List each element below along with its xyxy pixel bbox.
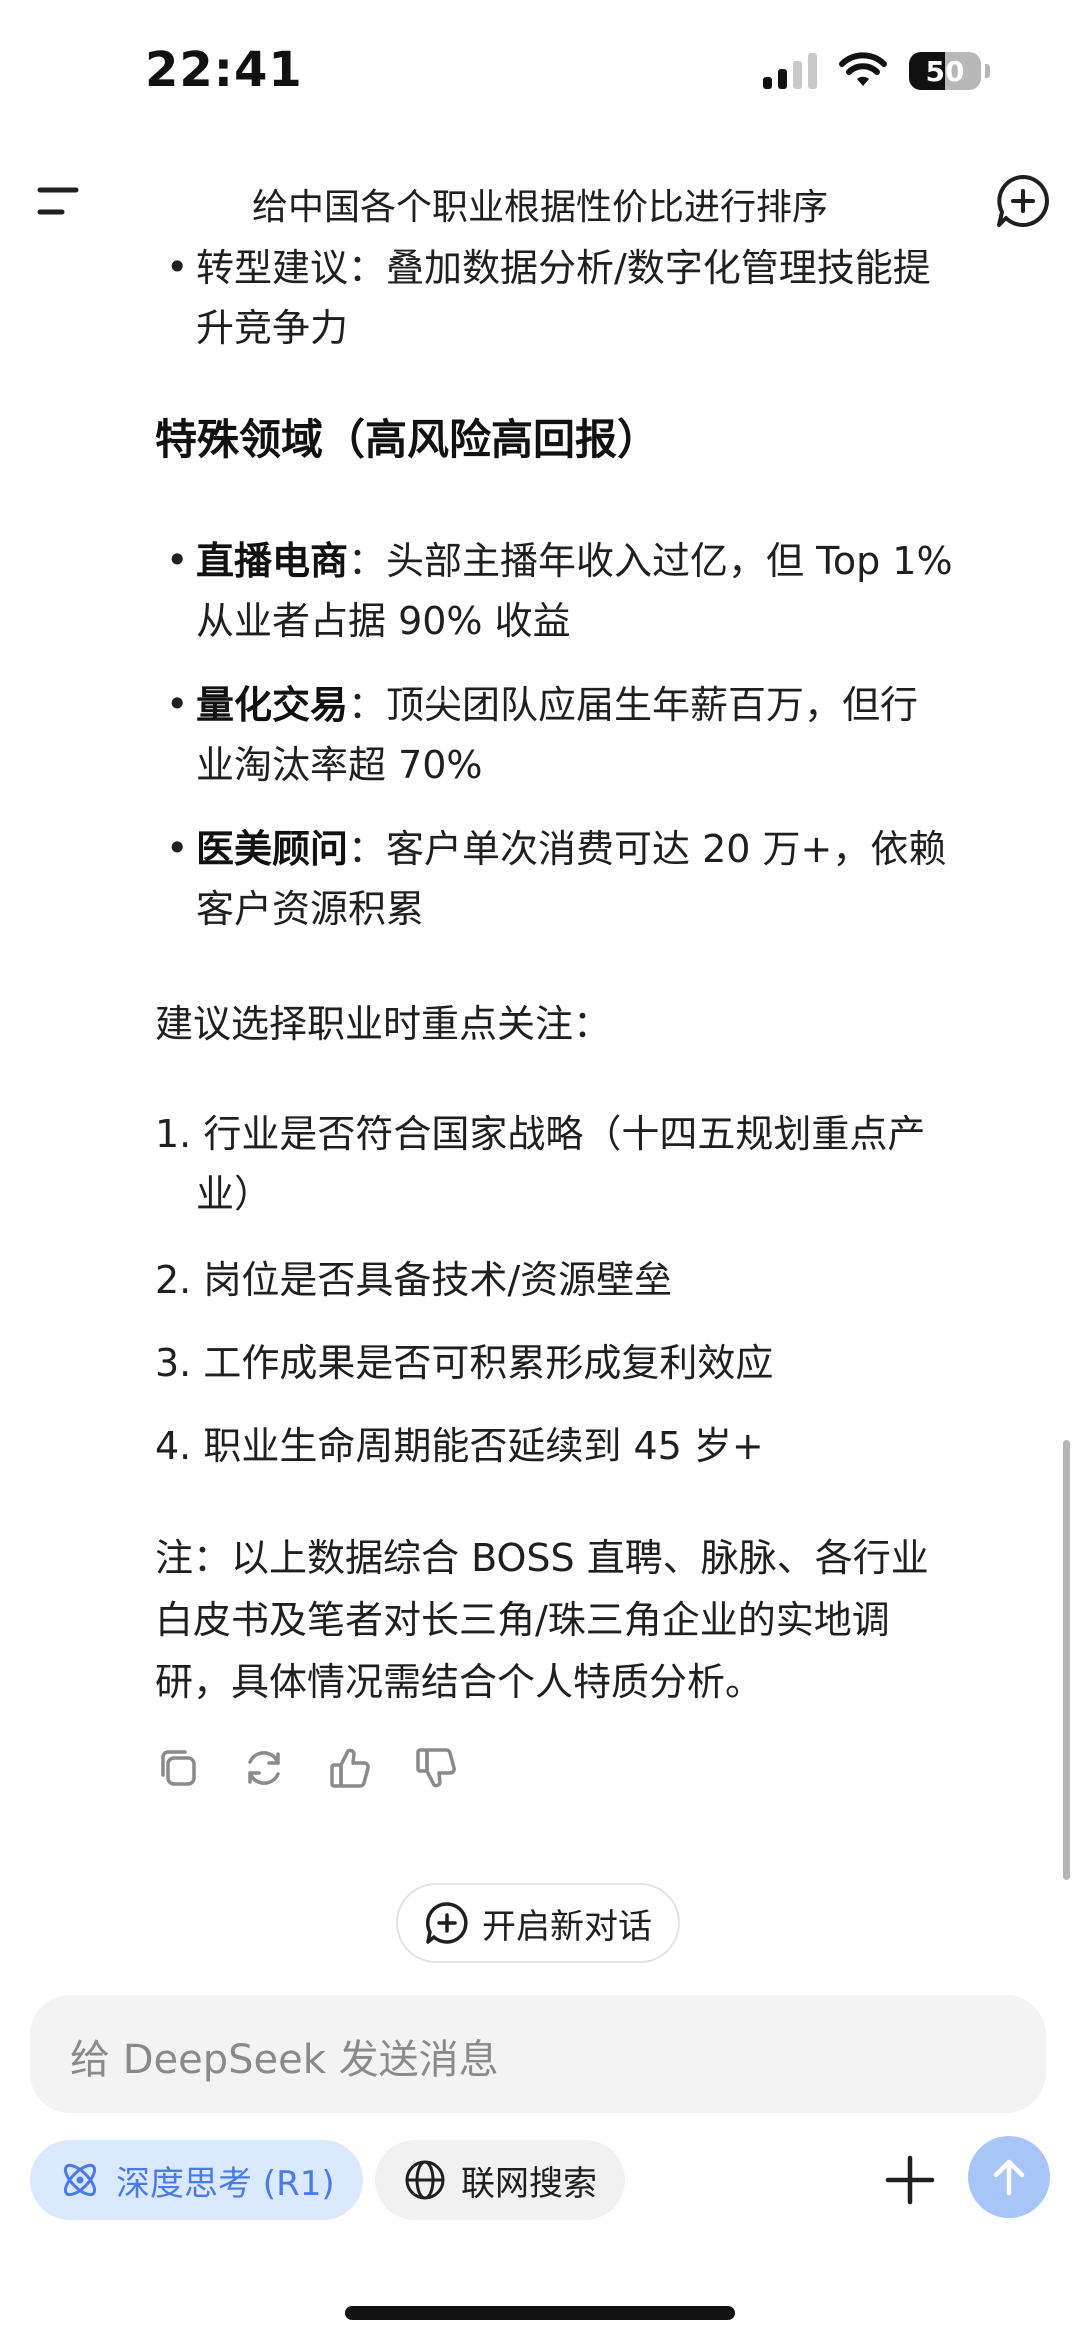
- item-text: 行业是否符合国家战略（十四五规划重点产: [203, 1112, 926, 1156]
- item-number: 4.: [155, 1424, 192, 1468]
- new-dialog-button[interactable]: 开启新对话: [396, 1883, 680, 1963]
- text-line: 从业者占据 90% 收益: [196, 599, 571, 643]
- message-input[interactable]: 给 DeepSeek 发送消息: [30, 1995, 1046, 2113]
- numbered-item: 1. 行业是否符合国家战略（十四五规划重点产: [155, 1106, 925, 1162]
- item-number: 3.: [155, 1341, 192, 1385]
- chat-title[interactable]: 给中国各个职业根据性价比进行排序: [0, 178, 1080, 230]
- battery-cap: [985, 64, 990, 78]
- new-chat-icon[interactable]: [994, 172, 1052, 230]
- input-placeholder: 给 DeepSeek 发送消息: [70, 2037, 499, 2083]
- text-line: 客户资源积累: [196, 887, 425, 931]
- battery-level: 50: [925, 54, 965, 88]
- item-text: 岗位是否具备技术/资源壁垒: [203, 1258, 673, 1302]
- chat-screen: 22:41 50 给中国各个职业根据性价比进行排序 • 转型建议：叠加数据分析/…: [0, 0, 1080, 2341]
- home-indicator[interactable]: [345, 2306, 735, 2320]
- item-text: ：头部主播年收入过亿，但 Top 1%: [348, 539, 953, 583]
- text-line: 转型建议：叠加数据分析/数字化管理技能提: [196, 246, 931, 290]
- arrow-up-icon: [993, 2159, 1025, 2196]
- atom-icon: [63, 2163, 97, 2197]
- globe-icon: [405, 2160, 445, 2200]
- deep-think-label: 深度思考 (R1): [116, 2163, 335, 2204]
- section-heading: 特殊领域（高风险高回报）: [155, 415, 660, 464]
- item-number: 1.: [155, 1112, 192, 1156]
- deep-think-toggle[interactable]: 深度思考 (R1): [30, 2140, 363, 2220]
- list-item: 医美顾问：客户单次消费可达 20 万+，依赖: [196, 821, 946, 877]
- status-bar: 22:41 50: [0, 0, 1080, 150]
- advice-intro: 建议选择职业时重点关注：: [155, 1002, 612, 1046]
- item-text: ：顶尖团队应届生年薪百万，但行: [348, 683, 919, 727]
- send-button[interactable]: [968, 2136, 1050, 2218]
- signal-icon: [763, 53, 817, 89]
- text-line: 业）: [196, 1172, 273, 1216]
- item-text: 职业生命周期能否延续到 45 岁+: [203, 1424, 764, 1468]
- bullet-dot: •: [166, 245, 189, 289]
- battery-icon: 50: [909, 52, 981, 90]
- bullet-dot: •: [166, 682, 189, 726]
- item-term: 量化交易: [196, 683, 349, 727]
- list-item: 直播电商：头部主播年收入过亿，但 Top 1%: [196, 533, 953, 589]
- web-search-toggle[interactable]: 联网搜索: [375, 2140, 625, 2220]
- note-line: 白皮书及笔者对长三角/珠三角企业的实地调: [155, 1598, 890, 1642]
- copy-icon[interactable]: [155, 1745, 201, 1791]
- web-search-label: 联网搜索: [461, 2163, 597, 2204]
- numbered-item: 4. 职业生命周期能否延续到 45 岁+: [155, 1418, 764, 1474]
- scrollbar[interactable]: [1063, 1440, 1070, 1880]
- list-item: 量化交易：顶尖团队应届生年薪百万，但行: [196, 677, 918, 733]
- text-line: 业淘汰率超 70%: [196, 743, 483, 787]
- wifi-icon: [839, 52, 887, 86]
- item-term: 医美顾问: [196, 827, 349, 871]
- plus-icon[interactable]: [880, 2150, 940, 2210]
- thumbs-down-icon[interactable]: [413, 1745, 459, 1791]
- numbered-item: 3. 工作成果是否可积累形成复利效应: [155, 1335, 773, 1391]
- status-icons: 50: [763, 52, 990, 90]
- message-actions: [155, 1745, 459, 1791]
- item-number: 2.: [155, 1258, 192, 1302]
- status-time: 22:41: [145, 42, 303, 98]
- new-dialog-label: 开启新对话: [482, 1906, 652, 1947]
- thumbs-up-icon[interactable]: [327, 1745, 373, 1791]
- regenerate-icon[interactable]: [241, 1745, 287, 1791]
- text-line: 升竞争力: [196, 306, 349, 350]
- chat-plus-icon: [426, 1902, 468, 1944]
- bullet-dot: •: [166, 538, 189, 582]
- item-term: 直播电商: [196, 539, 349, 583]
- numbered-item: 2. 岗位是否具备技术/资源壁垒: [155, 1252, 672, 1308]
- bullet-dot: •: [166, 826, 189, 870]
- item-text: ：客户单次消费可达 20 万+，依赖: [348, 827, 947, 871]
- item-text: 工作成果是否可积累形成复利效应: [203, 1341, 774, 1385]
- note-line: 研，具体情况需结合个人特质分析。: [155, 1660, 764, 1704]
- note-line: 注：以上数据综合 BOSS 直聘、脉脉、各行业: [155, 1536, 929, 1580]
- chat-header: 给中国各个职业根据性价比进行排序: [0, 160, 1080, 242]
